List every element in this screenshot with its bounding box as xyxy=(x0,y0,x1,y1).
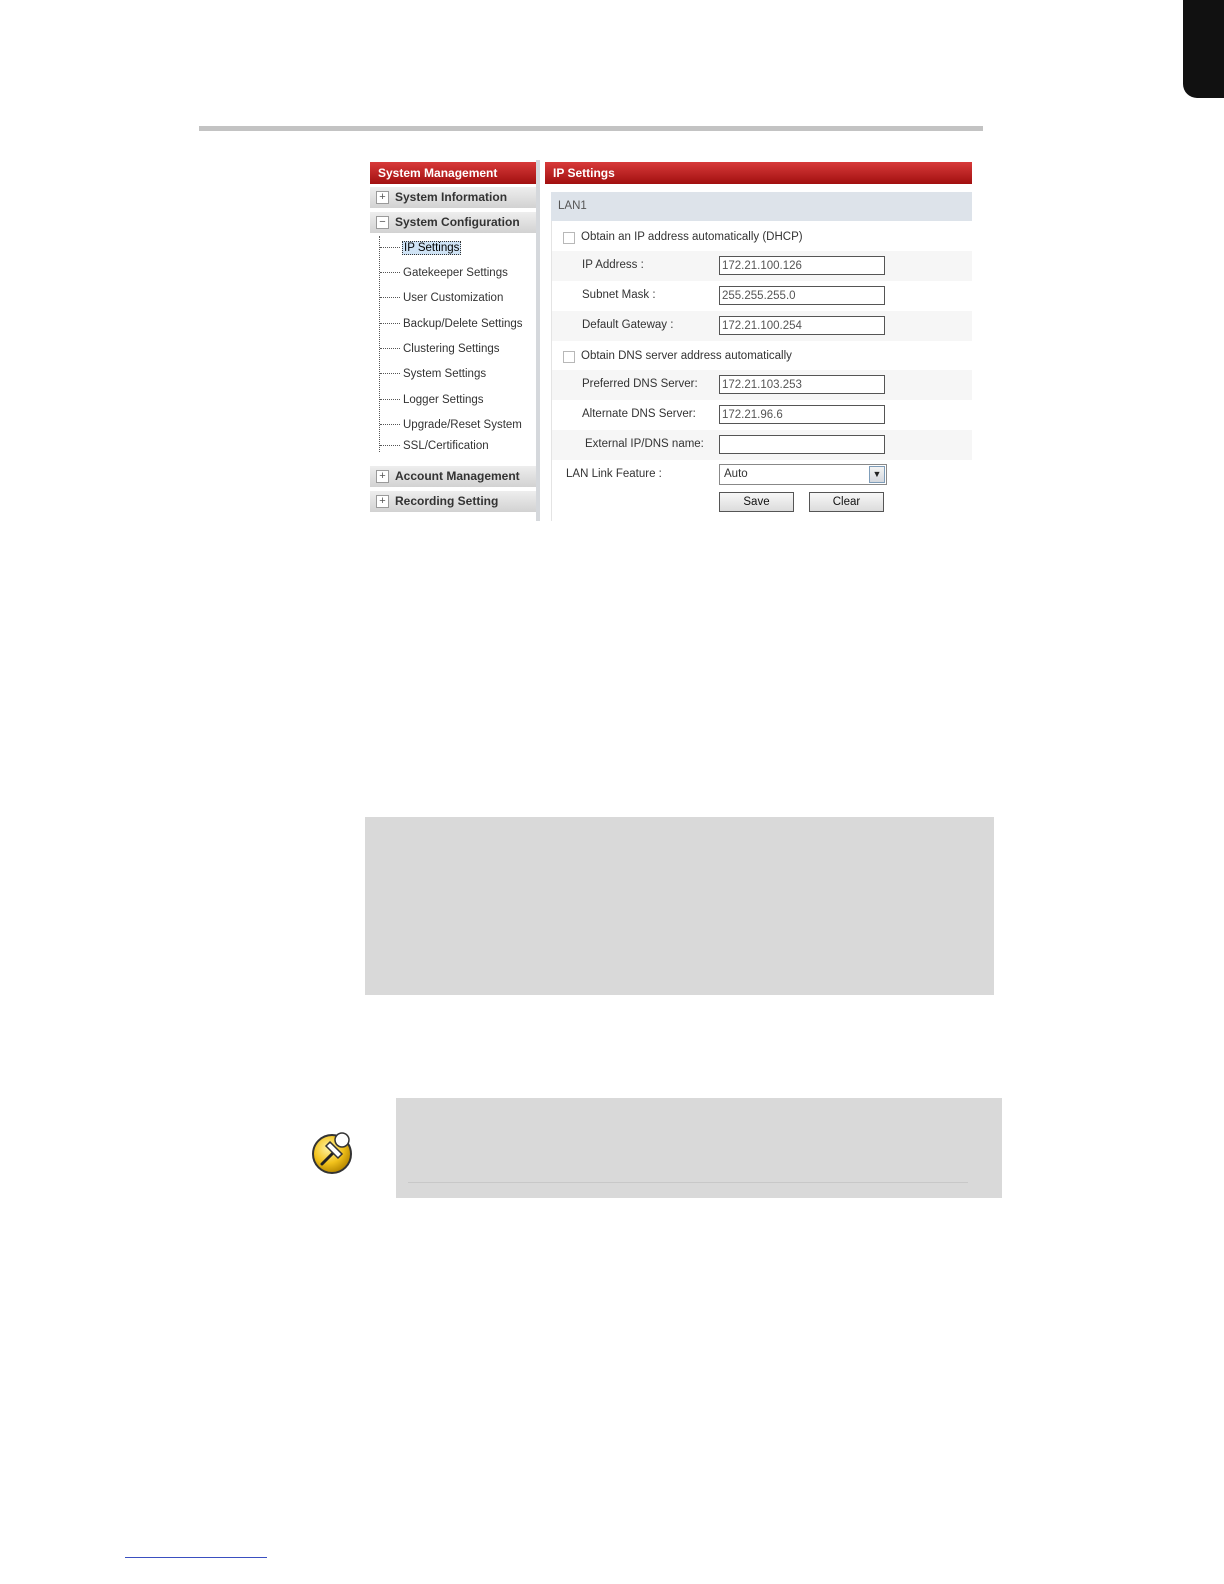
default-gateway-row: Default Gateway : xyxy=(552,311,972,341)
sidebar-item-clustering-settings[interactable]: Clustering Settings xyxy=(380,341,501,357)
sidebar-item-logger-settings[interactable]: Logger Settings xyxy=(380,392,485,408)
lan-link-value: Auto xyxy=(724,468,748,480)
page-edge-tab xyxy=(1183,0,1224,98)
sidebar-item-user-customization[interactable]: User Customization xyxy=(380,290,504,306)
external-ip-row: External IP/DNS name: xyxy=(552,430,972,460)
footer-link-underline[interactable] xyxy=(125,1557,267,1558)
ip-address-input[interactable] xyxy=(719,256,885,275)
main-panel: IP Settings LAN1 Obtain an IP address au… xyxy=(543,160,972,521)
chevron-down-icon[interactable]: ▼ xyxy=(869,466,885,483)
sidebar-item-ip-settings[interactable]: IP Settings xyxy=(380,240,462,256)
default-gateway-label: Default Gateway : xyxy=(582,319,674,331)
dns-auto-row: Obtain DNS server address automatically xyxy=(552,342,972,372)
pushpin-note-icon xyxy=(312,1132,352,1174)
ip-settings-screenshot: System Management + System Information −… xyxy=(368,160,972,521)
ip-address-row: IP Address : xyxy=(552,251,972,281)
dhcp-row: Obtain an IP address automatically (DHCP… xyxy=(552,223,972,253)
section-label: Recording Setting xyxy=(395,494,499,508)
sidebar-section-system-configuration[interactable]: − System Configuration xyxy=(370,212,536,233)
subnet-mask-input[interactable] xyxy=(719,286,885,305)
header-rule xyxy=(199,126,983,131)
lan-link-select[interactable]: Auto ▼ xyxy=(719,464,887,485)
note-box xyxy=(396,1098,1002,1198)
lan-link-row: LAN Link Feature : Auto ▼ xyxy=(552,460,972,490)
external-ip-label: External IP/DNS name: xyxy=(585,438,704,450)
action-row: Save Clear xyxy=(552,489,972,519)
alternate-dns-label: Alternate DNS Server: xyxy=(582,408,696,420)
sidebar: System Management + System Information −… xyxy=(368,160,540,521)
section-label: System Information xyxy=(395,190,508,204)
dns-auto-label: Obtain DNS server address automatically xyxy=(581,350,792,362)
alternate-dns-row: Alternate DNS Server: xyxy=(552,400,972,430)
sidebar-item-gatekeeper-settings[interactable]: Gatekeeper Settings xyxy=(380,265,509,281)
preferred-dns-input[interactable] xyxy=(719,375,885,394)
expand-icon[interactable]: + xyxy=(376,470,389,483)
ip-address-label: IP Address : xyxy=(582,259,644,271)
dhcp-label: Obtain an IP address automatically (DHCP… xyxy=(581,231,803,243)
save-button[interactable]: Save xyxy=(719,492,794,512)
note-divider xyxy=(408,1182,968,1183)
expand-icon[interactable]: + xyxy=(376,191,389,204)
lan-section-label: LAN1 xyxy=(551,192,972,221)
subnet-mask-label: Subnet Mask : xyxy=(582,289,656,301)
alternate-dns-input[interactable] xyxy=(719,405,885,424)
panel-title: IP Settings xyxy=(545,162,972,184)
subnet-mask-row: Subnet Mask : xyxy=(552,281,972,311)
section-label: Account Management xyxy=(395,469,520,483)
lan-link-label: LAN Link Feature : xyxy=(566,468,662,480)
external-ip-input[interactable] xyxy=(719,435,885,454)
sidebar-item-upgrade-reset-system[interactable]: Upgrade/Reset System xyxy=(380,417,523,433)
collapse-icon[interactable]: − xyxy=(376,216,389,229)
section-label: System Configuration xyxy=(395,215,520,229)
sidebar-item-backup-delete-settings[interactable]: Backup/Delete Settings xyxy=(380,316,524,332)
sidebar-section-recording-setting[interactable]: + Recording Setting xyxy=(370,491,536,512)
ip-settings-form: Obtain an IP address automatically (DHCP… xyxy=(551,221,972,521)
clear-button[interactable]: Clear xyxy=(809,492,884,512)
expand-icon[interactable]: + xyxy=(376,495,389,508)
sidebar-item-system-settings[interactable]: System Settings xyxy=(380,366,487,382)
dns-auto-checkbox[interactable] xyxy=(563,351,575,363)
preferred-dns-label: Preferred DNS Server: xyxy=(582,378,698,390)
sidebar-section-system-information[interactable]: + System Information xyxy=(370,187,536,208)
default-gateway-input[interactable] xyxy=(719,316,885,335)
grey-content-box xyxy=(365,817,994,995)
preferred-dns-row: Preferred DNS Server: xyxy=(552,370,972,400)
sidebar-section-account-management[interactable]: + Account Management xyxy=(370,466,536,487)
sidebar-header: System Management xyxy=(370,162,536,184)
dhcp-checkbox[interactable] xyxy=(563,232,575,244)
sidebar-item-ssl-certification[interactable]: SSL/Certification xyxy=(380,438,490,454)
